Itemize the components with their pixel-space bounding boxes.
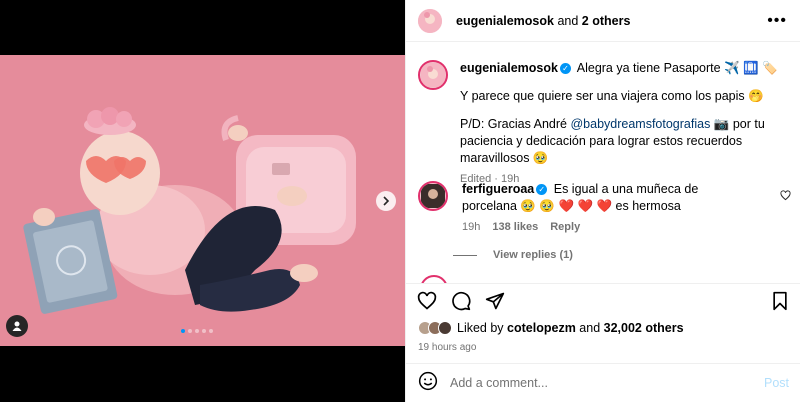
comment-input[interactable] xyxy=(450,376,750,390)
likes-prefix: Liked by xyxy=(457,321,504,335)
carousel-indicator xyxy=(181,329,213,333)
liker-avatars xyxy=(418,321,452,335)
emoji-button[interactable] xyxy=(418,371,438,396)
author-username[interactable]: eugenialemosok xyxy=(456,14,554,28)
post-actions-area: Liked by cotelopezm and 32,002 others 19… xyxy=(406,283,800,363)
comment-likes[interactable]: 138 likes xyxy=(492,219,538,236)
mention-link[interactable]: @babydreamsfotografias xyxy=(570,117,710,131)
comments-section: eugenialemosok ✓ Alegra ya tiene Pasaport… xyxy=(406,43,800,283)
commenter-avatar[interactable] xyxy=(418,181,448,211)
post-header-text: eugenialemosok and 2 others xyxy=(456,14,630,28)
likes-and-text: and xyxy=(579,321,601,335)
commenter-username[interactable]: ferfigueroaa xyxy=(462,182,534,196)
carousel-dot xyxy=(195,329,199,333)
chevron-right-icon xyxy=(383,196,390,206)
caption-line-3: P/D: Gracias André @babydreamsfotografia… xyxy=(460,116,795,167)
verified-badge-icon: ✓ xyxy=(536,183,548,195)
comment-button[interactable] xyxy=(450,290,472,312)
send-icon xyxy=(485,292,505,310)
comment-body: ferfigueroaa ✓ Es igual a una muñeca de p… xyxy=(462,181,752,236)
save-button[interactable] xyxy=(769,290,791,312)
comment-icon xyxy=(452,291,471,311)
comment-time: 19h xyxy=(462,221,481,233)
caption-line-3-prefix: P/D: Gracias André xyxy=(460,117,567,131)
comment-meta: 19h 138 likes Reply xyxy=(462,219,752,236)
likes-summary: Liked by cotelopezm and 32,002 others xyxy=(418,321,684,335)
post-header: eugenialemosok and 2 others ••• xyxy=(406,0,800,42)
author-avatar[interactable] xyxy=(418,8,442,33)
next-photo-button[interactable] xyxy=(376,191,396,211)
carousel-dot xyxy=(202,329,206,333)
action-buttons xyxy=(416,290,506,312)
caption: eugenialemosok ✓ Alegra ya tiene Pasaport… xyxy=(418,60,795,188)
post-timestamp[interactable]: 19 hours ago xyxy=(418,342,476,353)
carousel-dot xyxy=(188,329,192,333)
add-comment-bar: Post xyxy=(406,363,800,402)
liker-avatar xyxy=(438,321,452,335)
media-panel xyxy=(0,0,405,402)
bookmark-icon xyxy=(773,291,787,311)
comment-like-heart-icon[interactable] xyxy=(780,190,791,201)
collaborators-link[interactable]: 2 others xyxy=(582,14,631,28)
liker-username[interactable]: cotelopezm xyxy=(507,321,576,335)
comment-reply-button[interactable]: Reply xyxy=(550,219,580,236)
header-and-text: and xyxy=(557,13,579,28)
more-options-icon[interactable]: ••• xyxy=(767,12,787,30)
like-button[interactable] xyxy=(416,290,438,312)
user-icon xyxy=(12,321,22,331)
caption-line-2: Y parece que quiere ser una viajera como… xyxy=(460,89,764,103)
likes-count-link[interactable]: 32,002 others xyxy=(604,321,684,335)
carousel-dot-active xyxy=(181,329,185,333)
post-photo[interactable] xyxy=(0,55,405,346)
tagged-users-button[interactable] xyxy=(6,315,28,337)
share-button[interactable] xyxy=(484,290,506,312)
post-comment-button[interactable]: Post xyxy=(764,376,789,390)
view-replies-button[interactable]: View replies (1) xyxy=(453,249,573,261)
next-comment-avatar[interactable] xyxy=(420,275,448,283)
caption-line-1: Alegra ya tiene Pasaporte ✈️ 🛄 🏷️ xyxy=(576,61,778,75)
caption-text-block: eugenialemosok ✓ Alegra ya tiene Pasaport… xyxy=(460,60,795,188)
verified-badge-icon: ✓ xyxy=(559,62,571,74)
emoji-smile-icon xyxy=(418,371,438,390)
comment-item: ferfigueroaa ✓ Es igual a una muñeca de p… xyxy=(418,181,752,236)
caption-avatar[interactable] xyxy=(418,60,448,90)
carousel-dot xyxy=(209,329,213,333)
view-replies-label: View replies (1) xyxy=(493,249,573,261)
heart-icon xyxy=(417,291,437,310)
caption-username[interactable]: eugenialemosok xyxy=(460,61,558,75)
post-details-panel: eugenialemosok and 2 others ••• eugenial… xyxy=(405,0,800,402)
instagram-post-modal: eugenialemosok and 2 others ••• eugenial… xyxy=(0,0,800,402)
